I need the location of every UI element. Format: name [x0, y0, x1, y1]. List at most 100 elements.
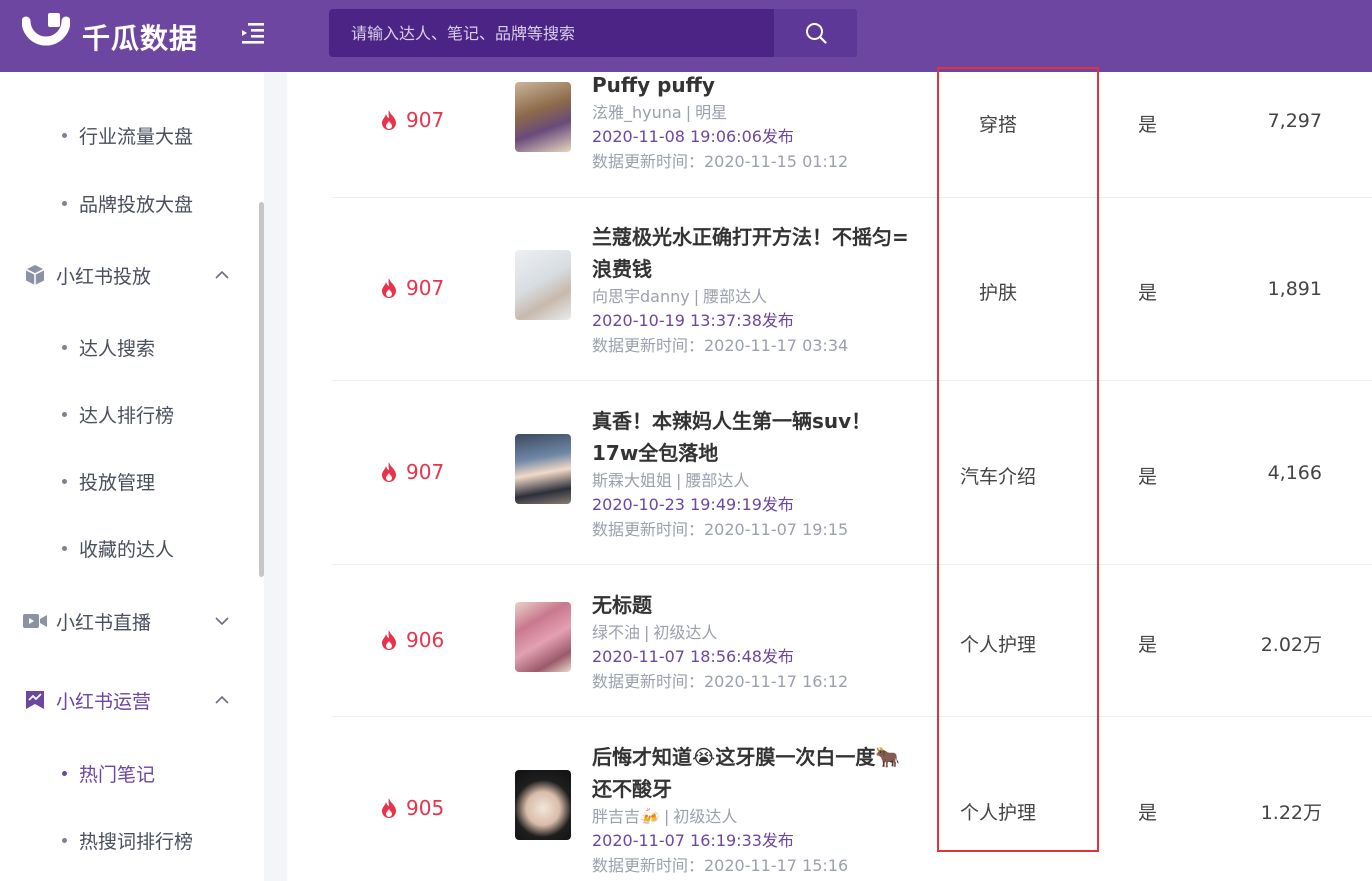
- bullet-icon: [62, 201, 67, 206]
- sidebar-item-influencer-search[interactable]: 达人搜索: [62, 334, 155, 361]
- note-info: 后悔才知道😭这牙膜一次白一度🐂还不酸牙 胖吉吉🍻 | 初级达人 2020-11-07…: [592, 741, 912, 879]
- sidebar-group-xhs-operations[interactable]: 小红书运营: [22, 685, 238, 715]
- bullet-icon: [62, 771, 67, 776]
- note-published-time: 2020-11-08 19:06:06发布: [592, 127, 794, 146]
- heat-score: 907: [380, 108, 444, 132]
- note-author-level: 初级达人: [673, 807, 738, 826]
- sidebar-item-label: 投放管理: [79, 472, 156, 494]
- fire-icon: [382, 278, 396, 298]
- sidebar-group-xhs-placement[interactable]: 小红书投放: [22, 260, 238, 290]
- note-author[interactable]: 斯霖大姐姐: [592, 471, 672, 490]
- sidebar-item-placement-management[interactable]: 投放管理: [62, 468, 155, 495]
- note-thumbnail[interactable]: [515, 434, 571, 504]
- sidebar-item-saved-influencers[interactable]: 收藏的达人: [62, 535, 174, 562]
- note-updated-time: 数据更新时间：2020-11-07 19:15: [592, 520, 849, 539]
- heat-score: 905: [380, 796, 444, 820]
- note-title[interactable]: 后悔才知道😭这牙膜一次白一度🐂还不酸牙: [592, 741, 912, 805]
- note-published-time: 2020-10-23 19:49:19发布: [592, 495, 794, 514]
- note-author-level: 腰部达人: [685, 471, 750, 490]
- note-flag: 是: [1138, 282, 1158, 304]
- sidebar-scrollbar[interactable]: [259, 202, 264, 577]
- note-author-line: 向思宇danny | 腰部达人: [592, 287, 768, 306]
- note-updated-time: 数据更新时间：2020-11-15 01:12: [592, 152, 849, 171]
- note-author-line: 泫雅_hyuna | 明星: [592, 103, 728, 122]
- bullet-icon: [62, 133, 67, 138]
- fire-icon: [382, 110, 396, 130]
- sidebar-item-label: 达人排行榜: [79, 405, 175, 427]
- note-value: 4,166: [1267, 462, 1322, 484]
- note-author-level: 初级达人: [653, 623, 718, 642]
- sidebar-item-industry-traffic[interactable]: 行业流量大盘: [62, 122, 193, 149]
- sidebar-group-label: 小红书直播: [56, 611, 152, 634]
- heat-score: 907: [380, 460, 444, 484]
- sidebar-item-brand-placement[interactable]: 品牌投放大盘: [62, 190, 193, 217]
- note-published-time: 2020-11-07 16:19:33发布: [592, 831, 794, 850]
- note-author[interactable]: 绿不油: [592, 623, 640, 642]
- note-thumbnail[interactable]: [515, 602, 571, 672]
- note-thumbnail[interactable]: [515, 770, 571, 840]
- fire-icon: [382, 462, 396, 482]
- note-published-time: 2020-11-07 18:56:48发布: [592, 647, 794, 666]
- logo-text[interactable]: 千瓜数据: [82, 17, 198, 57]
- sidebar-item-label: 收藏的达人: [79, 539, 175, 561]
- category-highlight-box: [937, 67, 1099, 852]
- note-value: 2.02万: [1260, 634, 1322, 656]
- heat-score: 907: [380, 276, 444, 300]
- note-author[interactable]: 向思宇danny: [592, 287, 690, 306]
- search-button[interactable]: [774, 9, 857, 57]
- note-value: 1.22万: [1260, 802, 1322, 824]
- sidebar: 行业流量大盘 品牌投放大盘 小红书投放 达人搜索 达人排行榜 投放管理 收藏的达…: [0, 72, 264, 881]
- bullet-icon: [62, 345, 67, 350]
- menu-collapse-icon[interactable]: [240, 21, 266, 45]
- note-title[interactable]: 无标题: [592, 589, 912, 621]
- sidebar-item-label: 热门笔记: [79, 764, 156, 786]
- fire-icon: [382, 630, 396, 650]
- note-value: 1,891: [1267, 278, 1322, 300]
- note-author-line: 斯霖大姐姐 | 腰部达人: [592, 471, 750, 490]
- note-info: 兰蔻极光水正确打开方法！不摇匀=浪费钱 向思宇danny | 腰部达人 2020-1…: [592, 221, 912, 359]
- video-camera-icon: [22, 608, 48, 634]
- search-box: [329, 9, 857, 57]
- sidebar-item-influencer-ranking[interactable]: 达人排行榜: [62, 401, 174, 428]
- note-author[interactable]: 泫雅_hyuna: [592, 103, 682, 122]
- note-flag: 是: [1138, 802, 1158, 824]
- sidebar-item-hot-search-ranking[interactable]: 热搜词排行榜: [62, 827, 193, 854]
- note-flag: 是: [1138, 634, 1158, 656]
- note-updated-time: 数据更新时间：2020-11-17 16:12: [592, 672, 849, 691]
- sidebar-item-label: 行业流量大盘: [79, 126, 194, 148]
- sidebar-item-label: 热搜词排行榜: [79, 831, 194, 853]
- top-bar: 千瓜数据: [0, 0, 1372, 72]
- note-flag: 是: [1138, 114, 1158, 136]
- logo-icon[interactable]: [21, 13, 71, 51]
- chevron-up-icon: [215, 695, 229, 704]
- sidebar-group-xhs-live[interactable]: 小红书直播: [22, 606, 238, 636]
- note-info: 无标题 绿不油 | 初级达人 2020-11-07 18:56:48发布 数据更新时…: [592, 589, 912, 695]
- bullet-icon: [62, 412, 67, 417]
- note-title[interactable]: Puffy puffy: [592, 69, 912, 101]
- note-thumbnail[interactable]: [515, 82, 571, 152]
- note-value: 7,297: [1267, 110, 1322, 132]
- note-published-time: 2020-10-19 13:37:38发布: [592, 311, 794, 330]
- fire-icon: [382, 798, 396, 818]
- chart-bookmark-icon: [22, 687, 48, 713]
- note-author[interactable]: 胖吉吉🍻: [592, 807, 660, 826]
- heat-score: 906: [380, 628, 444, 652]
- sidebar-item-label: 达人搜索: [79, 338, 156, 360]
- note-thumbnail[interactable]: [515, 250, 571, 320]
- chevron-down-icon: [215, 617, 229, 626]
- sidebar-item-label: 品牌投放大盘: [79, 194, 194, 216]
- sidebar-item-hot-notes[interactable]: 热门笔记: [62, 760, 155, 787]
- bullet-icon: [62, 838, 67, 843]
- box-icon: [22, 262, 48, 288]
- note-title[interactable]: 兰蔻极光水正确打开方法！不摇匀=浪费钱: [592, 221, 912, 285]
- note-info: Puffy puffy 泫雅_hyuna | 明星 2020-11-08 19:06…: [592, 69, 912, 175]
- sidebar-group-label: 小红书运营: [56, 690, 152, 713]
- note-author-line: 绿不油 | 初级达人: [592, 623, 718, 642]
- bullet-icon: [62, 546, 67, 551]
- search-input[interactable]: [329, 9, 774, 57]
- chevron-up-icon: [215, 270, 229, 279]
- bullet-icon: [62, 479, 67, 484]
- note-author-level: 明星: [695, 103, 728, 122]
- note-title[interactable]: 真香！本辣妈人生第一辆suv！17w全包落地: [592, 405, 912, 469]
- search-icon: [805, 23, 827, 44]
